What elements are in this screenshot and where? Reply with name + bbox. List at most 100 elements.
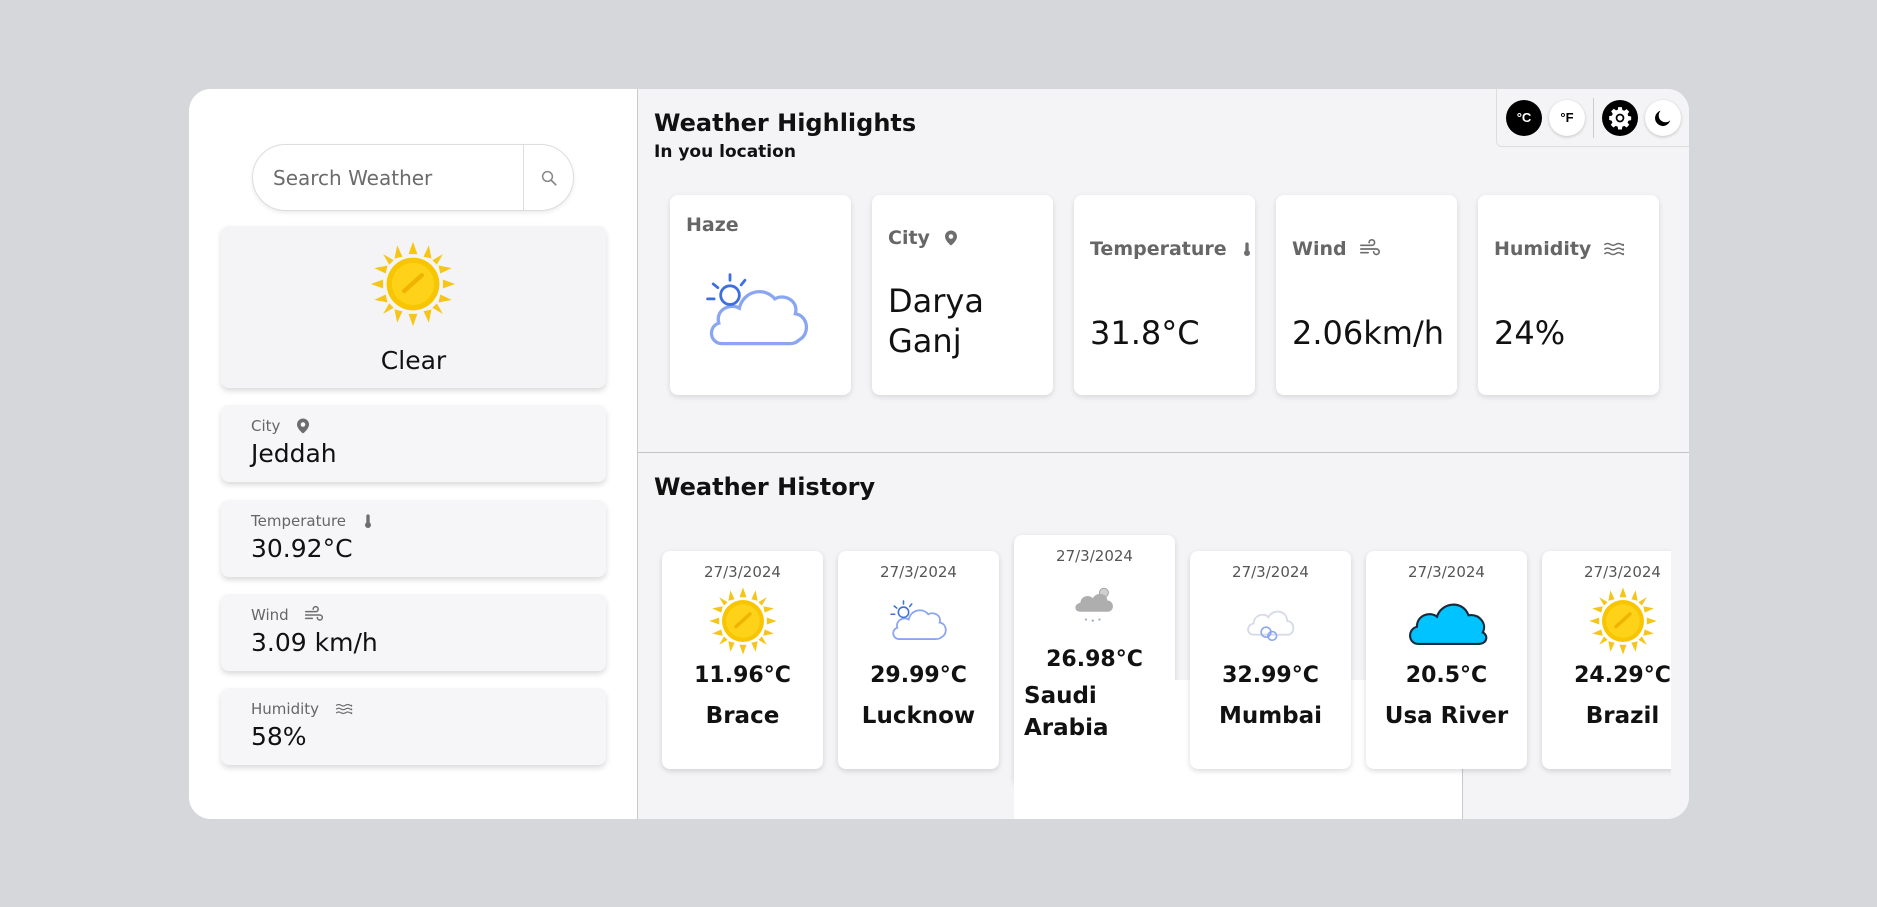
hl-temperature: 31.8°C (1090, 314, 1200, 352)
history-date: 27/3/2024 (704, 563, 781, 581)
hl-city: Darya Ganj (888, 281, 984, 361)
history-date: 27/3/2024 (1056, 547, 1133, 565)
history-city: Lucknow (861, 703, 976, 729)
current-city-card: City Jeddah (221, 405, 606, 482)
highlight-condition-card: Haze (670, 195, 851, 395)
current-city: Jeddah (251, 439, 337, 468)
search-bar (252, 144, 574, 211)
hl-city-line2: Ganj (888, 322, 962, 360)
city-label: City (251, 415, 606, 437)
history-city: Usa River (1384, 703, 1509, 729)
settings-toolbar: °C °F (1496, 89, 1689, 147)
history-temp: 24.29°C (1574, 663, 1671, 688)
fahrenheit-button[interactable]: °F (1549, 99, 1585, 136)
celsius-button[interactable]: °C (1506, 99, 1542, 136)
current-humidity-card: Humidity 58% (221, 688, 606, 765)
dark-mode-button[interactable] (1645, 99, 1681, 136)
highlight-temperature-card: Temperature 31.8°C (1074, 195, 1255, 395)
gear-icon (1609, 106, 1632, 129)
hl-humidity-label-text: Humidity (1494, 238, 1592, 260)
history-temp: 11.96°C (694, 663, 791, 688)
history-icon-wrap (662, 581, 823, 661)
hl-city-label: City (888, 227, 960, 249)
hl-wind-label: Wind (1292, 238, 1381, 260)
history-city: Brace (705, 703, 780, 729)
sun-icon (708, 586, 778, 656)
history-icon-wrap (1014, 565, 1175, 645)
haze-icon (700, 269, 816, 353)
hl-temperature-label-text: Temperature (1090, 238, 1227, 260)
weather-app: Clear City Jeddah Temperature 30.92°C Wi… (189, 89, 1689, 819)
history-date: 27/3/2024 (1584, 563, 1661, 581)
highlight-wind-card: Wind 2.06km/h (1276, 195, 1457, 395)
history-card[interactable]: 27/3/2024 11.96°C Brace (662, 551, 823, 769)
settings-button[interactable] (1602, 99, 1638, 136)
wind-label: Wind (251, 604, 606, 626)
humidity-label: Humidity (251, 698, 606, 720)
history-temp: 26.98°C (1046, 647, 1143, 672)
highlights-subtitle: In you location (654, 142, 796, 162)
history-temp: 20.5°C (1405, 663, 1488, 688)
cloud-icon (1404, 592, 1490, 650)
hl-humidity-label: Humidity (1494, 238, 1625, 260)
section-divider (638, 452, 1689, 453)
history-card[interactable]: 27/3/2024 26.98°C Saudi Arabia (1014, 535, 1463, 819)
search-icon (541, 170, 557, 186)
current-condition: Clear (380, 346, 447, 375)
hl-city-line1: Darya (888, 282, 984, 320)
history-card[interactable]: 27/3/2024 24.29°C Brazil (1542, 551, 1671, 769)
humidity-icon (1603, 238, 1625, 260)
history-date: 27/3/2024 (880, 563, 957, 581)
history-icon-wrap (1366, 581, 1527, 661)
humidity-label-text: Humidity (251, 700, 320, 718)
history-date: 27/3/2024 (1232, 563, 1309, 581)
highlight-humidity-card: Humidity 24% (1478, 195, 1659, 395)
rain-cloud-icon (1067, 582, 1123, 628)
history-list[interactable]: 27/3/2024 11.96°C Brace 27/3/2024 29.99°… (638, 529, 1671, 819)
history-icon-wrap (1542, 581, 1671, 661)
city-label-text: City (251, 417, 281, 435)
hl-temperature-label: Temperature (1090, 238, 1255, 260)
thermometer-icon (360, 510, 376, 532)
history-icon-wrap (838, 581, 999, 661)
hl-wind-label-text: Wind (1292, 238, 1347, 260)
current-temperature: 30.92°C (251, 534, 353, 563)
hl-wind: 2.06km/h (1292, 314, 1445, 352)
history-temp: 29.99°C (870, 663, 967, 688)
thermometer-icon (1239, 238, 1255, 260)
search-button[interactable] (523, 145, 573, 210)
moon-icon (1655, 110, 1671, 126)
toolbar-divider (1593, 97, 1594, 138)
location-pin-icon (942, 227, 960, 249)
location-pin-icon (294, 416, 312, 436)
current-humidity: 58% (251, 722, 307, 751)
haze-icon (888, 597, 950, 645)
hl-humidity: 24% (1494, 314, 1566, 352)
current-weather-panel: Clear City Jeddah Temperature 30.92°C Wi… (189, 89, 638, 819)
highlights-panel: Weather Highlights In you location °C °F… (638, 89, 1689, 819)
history-card[interactable]: 27/3/2024 29.99°C Lucknow (838, 551, 999, 769)
current-wind: 3.09 km/h (251, 628, 378, 657)
history-card[interactable]: 27/3/2024 20.5°C Usa River (1366, 551, 1527, 769)
current-temperature-card: Temperature 30.92°C (221, 500, 606, 577)
highlight-city-card: City Darya Ganj (872, 195, 1053, 395)
mist-icon (1240, 596, 1302, 646)
temperature-label-text: Temperature (251, 512, 347, 530)
history-temp: 32.99°C (1222, 663, 1319, 688)
wind-icon (1359, 238, 1381, 260)
sun-icon (1588, 586, 1658, 656)
condition-label: Haze (686, 214, 739, 236)
history-card[interactable]: 27/3/2024 32.99°C Mumbai (1190, 551, 1351, 769)
history-icon-wrap (1190, 581, 1351, 661)
history-date: 27/3/2024 (1408, 563, 1485, 581)
temperature-label: Temperature (251, 510, 606, 532)
history-city: Mumbai (1218, 703, 1323, 729)
hl-city-label-text: City (888, 227, 930, 249)
highlights-title: Weather Highlights (654, 109, 917, 137)
current-wind-card: Wind 3.09 km/h (221, 594, 606, 671)
humidity-icon (333, 700, 355, 718)
wind-label-text: Wind (251, 606, 289, 624)
history-title: Weather History (654, 473, 876, 501)
sun-icon (369, 240, 457, 328)
search-input[interactable] (253, 145, 523, 210)
